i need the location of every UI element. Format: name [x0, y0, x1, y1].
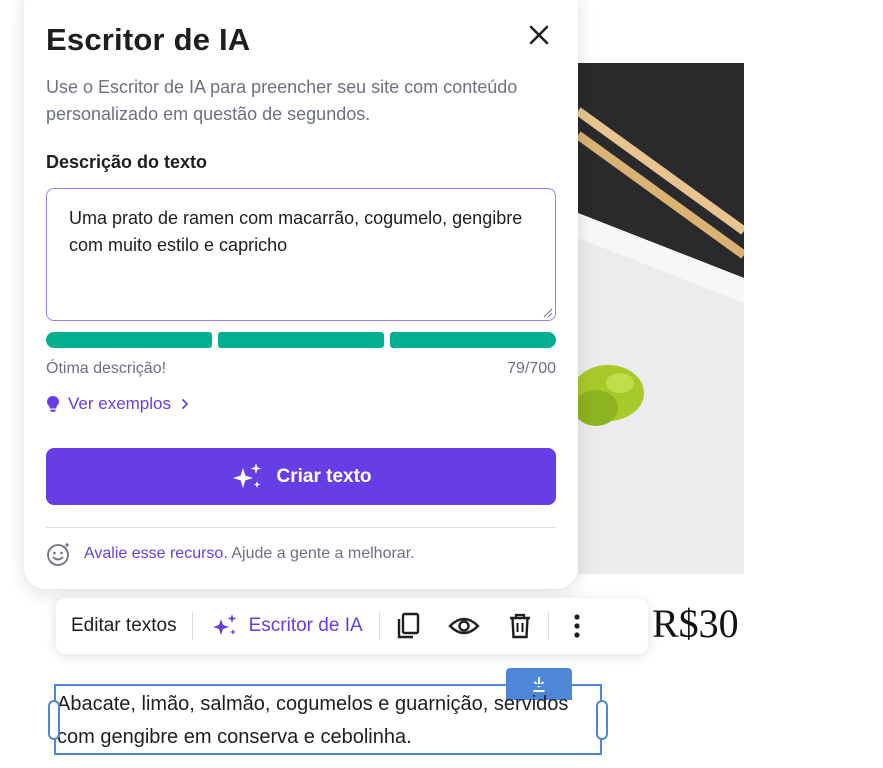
ai-writer-label: Escritor de IA: [248, 615, 363, 636]
see-examples-label: Ver exemplos: [68, 394, 171, 413]
feedback-text: Avalie esse recurso. Ajude a gente a mel…: [84, 545, 415, 563]
duplicate-button[interactable]: [380, 598, 436, 654]
description-textarea[interactable]: Uma prato de ramen com macarrão, cogumel…: [46, 188, 556, 321]
sparkles-icon: [212, 614, 237, 635]
more-options-button[interactable]: [549, 598, 605, 654]
panel-description: Use o Escritor de IA para preencher seu …: [46, 77, 518, 124]
close-button[interactable]: [524, 20, 554, 50]
copy-icon: [397, 612, 419, 639]
visibility-button[interactable]: [436, 598, 492, 654]
close-icon: [529, 25, 549, 45]
element-toolbar: Editar textos Escritor de IA: [56, 598, 648, 654]
ai-writer-panel: Escritor de IA Use o Escritor de IA para…: [24, 0, 578, 589]
resize-handle-right[interactable]: [596, 700, 608, 740]
feedback-caption: Ajude a gente a melhorar.: [231, 545, 415, 562]
char-counter: 79/700: [507, 360, 556, 377]
create-text-button[interactable]: Criar texto: [46, 448, 556, 505]
quality-label: Ótima descrição!: [46, 360, 167, 377]
feedback-row: Avalie esse recurso. Ajude a gente a mel…: [46, 541, 415, 567]
rate-feature-link[interactable]: Avalie esse recurso.: [84, 545, 228, 562]
delete-button[interactable]: [492, 598, 548, 654]
more-vertical-icon: [574, 614, 580, 638]
meter-segment: [390, 332, 556, 348]
chevron-right-icon: [182, 399, 188, 409]
description-field-label: Descrição do texto: [46, 152, 208, 172]
price-label: R$30: [652, 601, 739, 646]
food-photo: [578, 63, 744, 574]
edit-texts-button[interactable]: Editar textos: [56, 615, 192, 637]
meter-segment: [46, 332, 212, 348]
create-text-label: Criar texto: [276, 465, 372, 487]
see-examples-link[interactable]: Ver exemplos: [46, 394, 191, 414]
description-quality-meter: [46, 332, 556, 348]
selected-text-content[interactable]: Abacate, limão, salmão, cogumelos e guar…: [57, 688, 597, 754]
resize-grip-icon[interactable]: [543, 308, 553, 318]
ai-writer-button[interactable]: Escritor de IA: [193, 613, 379, 639]
sparkles-icon: [233, 462, 262, 488]
trash-icon: [509, 613, 530, 639]
resize-handle-left[interactable]: [48, 700, 60, 740]
divider: [46, 527, 556, 528]
eye-icon: [447, 617, 480, 635]
meter-segment: [218, 332, 384, 348]
smiley-icon: [47, 542, 70, 566]
panel-title: Escritor de IA: [46, 22, 251, 57]
lightbulb-icon: [47, 396, 59, 412]
